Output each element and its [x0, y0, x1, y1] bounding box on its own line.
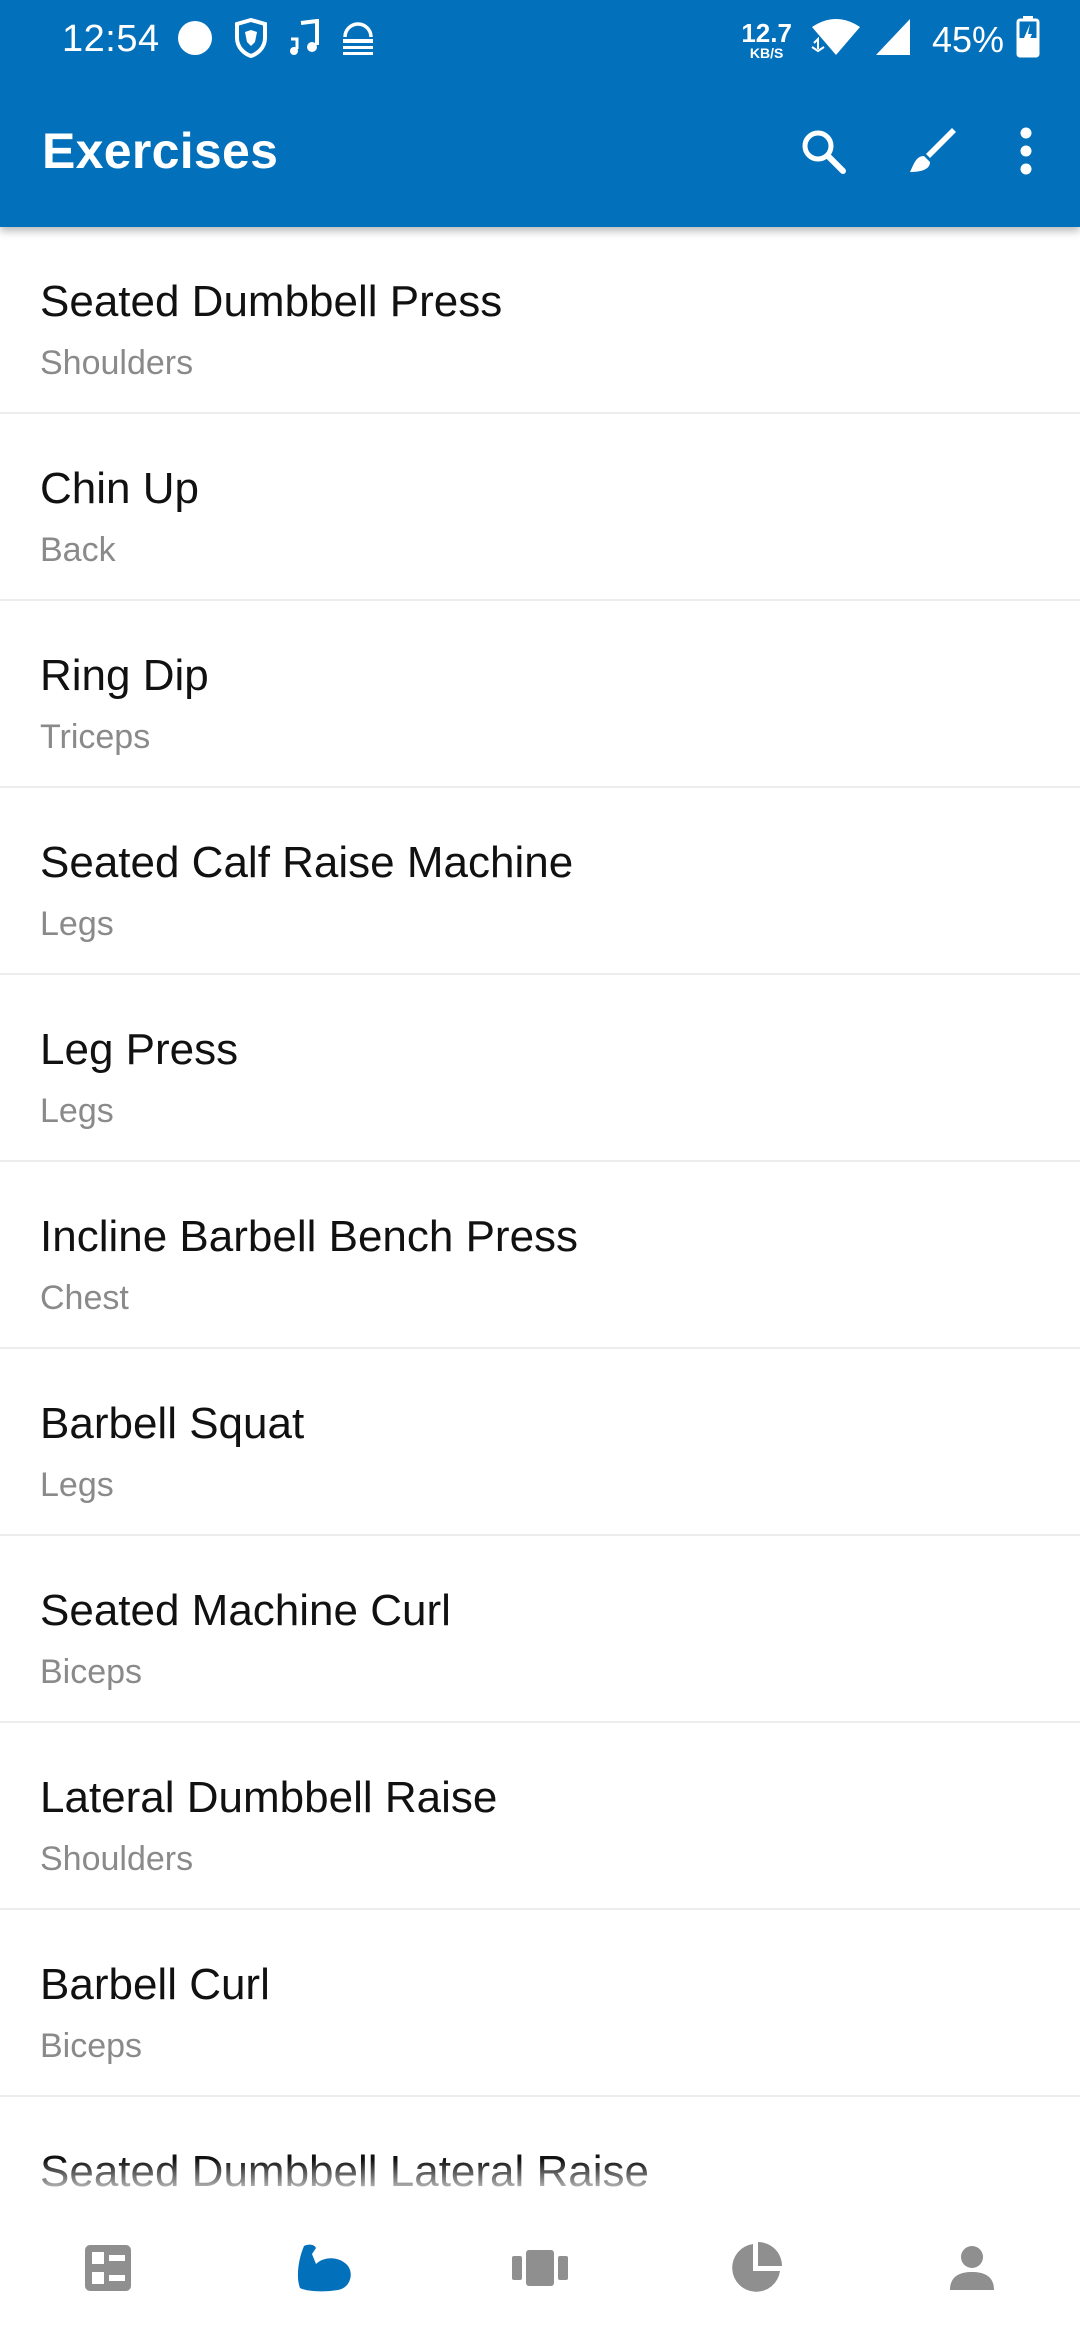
exercise-list[interactable]: Seated Dumbbell Press Shoulders Chin Up … [0, 227, 1080, 2216]
brush-icon [906, 124, 960, 183]
bottom-navigation [0, 2160, 1080, 2340]
exercise-name: Barbell Curl [40, 1960, 270, 2009]
muscle-group: Biceps [40, 1653, 143, 1691]
list-item[interactable]: Incline Barbell Bench Press Chest [0, 1162, 1080, 1349]
app-bar-actions [768, 80, 1080, 227]
system-status: 12.7 KB/S 45% [741, 16, 1040, 63]
exercise-name: Lateral Dumbbell Raise [40, 1773, 498, 1822]
list-item[interactable]: Ring Dip Triceps [0, 601, 1080, 788]
nav-item-exercises[interactable] [249, 2210, 399, 2330]
muscle-group: Back [40, 531, 116, 569]
exercise-name: Barbell Squat [40, 1399, 305, 1448]
exercise-name: Chin Up [40, 464, 199, 513]
nav-item-routines[interactable] [465, 2210, 615, 2330]
battery-percent: 45% [931, 18, 1004, 60]
exercise-name: Ring Dip [40, 651, 209, 700]
network-speed-unit: KB/S [749, 44, 784, 61]
app-bar: Exercises [0, 80, 1080, 227]
list-item[interactable]: Seated Calf Raise Machine Legs [0, 788, 1080, 975]
more-options-button[interactable] [988, 99, 1064, 209]
page-title: Exercises [42, 123, 279, 179]
music-note-icon [287, 19, 321, 57]
exercise-name: Seated Dumbbell Press [40, 277, 503, 326]
muscle-group: Legs [40, 1466, 114, 1504]
dashboard-icon [83, 2243, 133, 2298]
battery-charging-icon [1016, 16, 1040, 63]
exercise-name: Incline Barbell Bench Press [40, 1212, 579, 1261]
person-icon [948, 2244, 996, 2297]
wifi-icon [810, 17, 862, 62]
nav-item-dashboard[interactable] [33, 2210, 183, 2330]
circle-notification-icon [175, 18, 215, 58]
nav-item-profile[interactable] [897, 2210, 1047, 2330]
list-item[interactable]: Seated Dumbbell Press Shoulders [0, 227, 1080, 414]
nav-item-statistics[interactable] [681, 2210, 831, 2330]
pie-chart-icon [729, 2241, 783, 2300]
cards-icon [512, 2248, 568, 2293]
list-item[interactable]: Leg Press Legs [0, 975, 1080, 1162]
list-item[interactable]: Chin Up Back [0, 414, 1080, 601]
list-item[interactable]: Seated Machine Curl Biceps [0, 1536, 1080, 1723]
theme-button[interactable] [878, 99, 988, 209]
exercise-name: Seated Calf Raise Machine [40, 838, 574, 887]
network-speed: 12.7 KB/S [741, 20, 792, 60]
list-item[interactable]: Barbell Curl Biceps [0, 1910, 1080, 2097]
muscle-group: Biceps [40, 2027, 143, 2065]
notification-icons [175, 18, 377, 58]
muscle-group: Legs [40, 905, 114, 943]
exercise-name: Leg Press [40, 1025, 239, 1074]
list-item[interactable]: Barbell Squat Legs [0, 1349, 1080, 1536]
exercise-name: Seated Machine Curl [40, 1586, 451, 1635]
brave-shield-icon [233, 18, 269, 58]
muscle-group: Shoulders [40, 344, 194, 382]
muscle-group: Chest [40, 1279, 129, 1317]
signal-icon [874, 17, 912, 62]
muscle-group: Legs [40, 1092, 114, 1130]
muscle-group: Triceps [40, 718, 151, 756]
muscle-group: Shoulders [40, 1840, 194, 1878]
app-header: 12:54 12.7 KB/S 45% Exercises [0, 0, 1080, 227]
search-icon [798, 126, 848, 181]
status-time: 12:54 [62, 18, 160, 60]
status-bar: 12:54 12.7 KB/S 45% [0, 0, 1080, 80]
network-speed-value: 12.7 [741, 17, 792, 48]
list-item[interactable]: Lateral Dumbbell Raise Shoulders [0, 1723, 1080, 1910]
vpn-icon [339, 19, 377, 57]
search-button[interactable] [768, 99, 878, 209]
arm-flex-icon [294, 2242, 354, 2299]
more-vert-icon [1019, 127, 1033, 180]
